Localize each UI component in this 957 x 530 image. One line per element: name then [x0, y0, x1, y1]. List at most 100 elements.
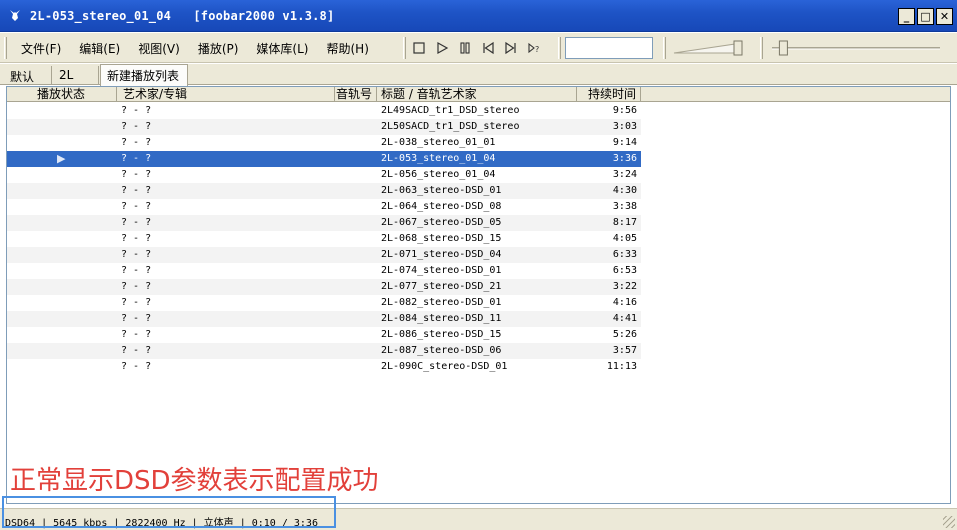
- toolbar-grip[interactable]: [403, 37, 406, 59]
- cell-duration: 6:33: [577, 247, 641, 263]
- column-playback-status[interactable]: 播放状态: [7, 87, 117, 102]
- toolbar-grip[interactable]: [663, 37, 666, 59]
- cell-artist-album: ? - ?: [121, 169, 152, 180]
- table-row[interactable]: ? - ? 2L49SACD_tr1_DSD_stereo 9:56: [7, 103, 950, 119]
- toolbar-grip[interactable]: [760, 37, 763, 59]
- cell-track-number: [335, 295, 377, 311]
- cell-playback-status: [7, 215, 117, 231]
- cell-playback-status: [7, 247, 117, 263]
- stop-icon[interactable]: [410, 39, 428, 57]
- column-track-number[interactable]: 音轨号: [335, 87, 377, 102]
- close-button[interactable]: ✕: [936, 8, 953, 25]
- table-row[interactable]: ? - ? 2L-087_stereo-DSD_06 3:57: [7, 343, 950, 359]
- table-row[interactable]: ? - ? 2L-064_stereo-DSD_08 3:38: [7, 199, 950, 215]
- table-row[interactable]: ? - ? 2L50SACD_tr1_DSD_stereo 3:03: [7, 119, 950, 135]
- window-title: 2L-053_stereo_01_04 [foobar2000 v1.3.8]: [30, 9, 335, 23]
- cell-artist-album: ? - ?: [117, 183, 335, 199]
- cell-playback-status: [7, 359, 117, 375]
- cell-artist-album: ? - ?: [117, 311, 335, 327]
- next-icon[interactable]: [502, 39, 520, 57]
- playlist-view[interactable]: 播放状态 艺术家/专辑 音轨号 标题 / 音轨艺术家 持续时间 ? - ? 2L4…: [6, 86, 951, 504]
- cell-track-number: [335, 103, 377, 119]
- menu-bar: 文件(F) 编辑(E) 视图(V) 播放(P) 媒体库(L) 帮助(H): [12, 40, 378, 57]
- cell-artist-album: ? - ?: [117, 343, 335, 359]
- tab-default[interactable]: 默认: [4, 66, 52, 85]
- playlist-header: 播放状态 艺术家/专辑 音轨号 标题 / 音轨艺术家 持续时间: [7, 87, 950, 102]
- table-row[interactable]: ? - ? 2L-071_stereo-DSD_04 6:33: [7, 247, 950, 263]
- table-row[interactable]: ? - ? 2L-086_stereo-DSD_15 5:26: [7, 327, 950, 343]
- menu-help[interactable]: 帮助(H): [317, 40, 377, 57]
- annotation-caption: 正常显示DSD参数表示配置成功: [10, 466, 379, 496]
- cell-title: 2L-090C_stereo-DSD_01: [381, 361, 508, 372]
- menu-file[interactable]: 文件(F): [12, 40, 70, 57]
- cell-playback-status: [7, 263, 117, 279]
- cell-track-number: [335, 167, 377, 183]
- cell-artist-album: ? - ?: [121, 297, 152, 308]
- minimize-button[interactable]: _: [898, 8, 915, 25]
- cell-artist-album: ? - ?: [117, 151, 335, 167]
- table-row[interactable]: ? - ? 2L-074_stereo-DSD_01 6:53: [7, 263, 950, 279]
- cell-track-number: [335, 215, 377, 231]
- menu-library[interactable]: 媒体库(L): [247, 40, 317, 57]
- menu-playback[interactable]: 播放(P): [189, 40, 248, 57]
- menu-toolbar: 文件(F) 编辑(E) 视图(V) 播放(P) 媒体库(L) 帮助(H) ?: [0, 33, 957, 63]
- menu-edit[interactable]: 编辑(E): [70, 40, 129, 57]
- search-input[interactable]: [565, 37, 653, 59]
- cell-duration: 3:03: [577, 119, 641, 135]
- cell-artist-album: ? - ?: [117, 247, 335, 263]
- title-bar[interactable]: 2L-053_stereo_01_04 [foobar2000 v1.3.8] …: [0, 0, 957, 32]
- cell-duration: 3:57: [577, 343, 641, 359]
- column-artist-album[interactable]: 艺术家/专辑: [117, 87, 335, 102]
- table-row[interactable]: ? - ? 2L-038_stereo_01_01 9:14: [7, 135, 950, 151]
- tab-2l[interactable]: 2L: [53, 66, 99, 85]
- cell-artist-album: ? - ?: [121, 105, 152, 116]
- cell-duration: 11:13: [606, 361, 637, 372]
- cell-playback-status: [7, 183, 117, 199]
- cell-track-number: [335, 231, 377, 247]
- cell-playback-status: ▶: [7, 151, 117, 167]
- table-row[interactable]: ? - ? 2L-067_stereo-DSD_05 8:17: [7, 215, 950, 231]
- toolbar-grip[interactable]: [558, 37, 561, 59]
- cell-duration: 5:26: [612, 329, 637, 340]
- seek-bar[interactable]: [770, 40, 942, 56]
- cell-title: 2L-074_stereo-DSD_01: [381, 265, 502, 276]
- cell-duration: 3:36: [577, 151, 641, 167]
- foobar-app-icon[interactable]: [7, 7, 23, 23]
- cell-playback-status: [7, 343, 117, 359]
- toolbar-grip[interactable]: [4, 37, 7, 59]
- cell-duration: 9:56: [612, 105, 637, 116]
- table-row[interactable]: ? - ? 2L-077_stereo-DSD_21 3:22: [7, 279, 950, 295]
- play-icon[interactable]: [433, 39, 451, 57]
- cell-track-number: [335, 359, 377, 375]
- transport-controls: ?: [410, 39, 543, 57]
- cell-title: 2L50SACD_tr1_DSD_stereo: [377, 119, 577, 135]
- cell-duration: 9:14: [612, 137, 637, 148]
- table-row[interactable]: ? - ? 2L-056_stereo_01_04 3:24: [7, 167, 950, 183]
- resize-grip-icon[interactable]: [943, 516, 955, 528]
- cell-track-number: [335, 327, 377, 343]
- table-row[interactable]: ? - ? 2L-063_stereo-DSD_01 4:30: [7, 183, 950, 199]
- table-row[interactable]: ? - ? 2L-082_stereo-DSD_01 4:16: [7, 295, 950, 311]
- menu-view[interactable]: 视图(V): [129, 40, 189, 57]
- tab-new-playlist[interactable]: 新建播放列表: [100, 64, 188, 86]
- table-row[interactable]: ? - ? 2L-090C_stereo-DSD_01 11:13: [7, 359, 950, 375]
- cell-playback-status: [7, 231, 117, 247]
- previous-icon[interactable]: [479, 39, 497, 57]
- column-duration[interactable]: 持续时间: [577, 87, 641, 102]
- maximize-button[interactable]: □: [917, 8, 934, 25]
- annotation-highlight-box: [2, 496, 336, 528]
- cell-artist-album: ? - ?: [121, 329, 152, 340]
- random-icon[interactable]: ?: [525, 39, 543, 57]
- volume-slider[interactable]: [672, 40, 748, 56]
- cell-title: 2L-056_stereo_01_04: [381, 169, 496, 180]
- cell-title: 2L-064_stereo-DSD_08: [381, 201, 502, 212]
- column-title-track-artist[interactable]: 标题 / 音轨艺术家: [377, 87, 577, 102]
- table-row[interactable]: ▶ ? - ? 2L-053_stereo_01_04 3:36: [7, 151, 950, 167]
- table-row[interactable]: ? - ? 2L-084_stereo-DSD_11 4:41: [7, 311, 950, 327]
- cell-duration: 4:30: [577, 183, 641, 199]
- playlist-rows: ? - ? 2L49SACD_tr1_DSD_stereo 9:56 ? - ? 2L5…: [7, 103, 950, 375]
- table-row[interactable]: ? - ? 2L-068_stereo-DSD_15 4:05: [7, 231, 950, 247]
- seek-bar-thumb: [778, 40, 788, 56]
- pause-icon[interactable]: [456, 39, 474, 57]
- cell-playback-status: [7, 311, 117, 327]
